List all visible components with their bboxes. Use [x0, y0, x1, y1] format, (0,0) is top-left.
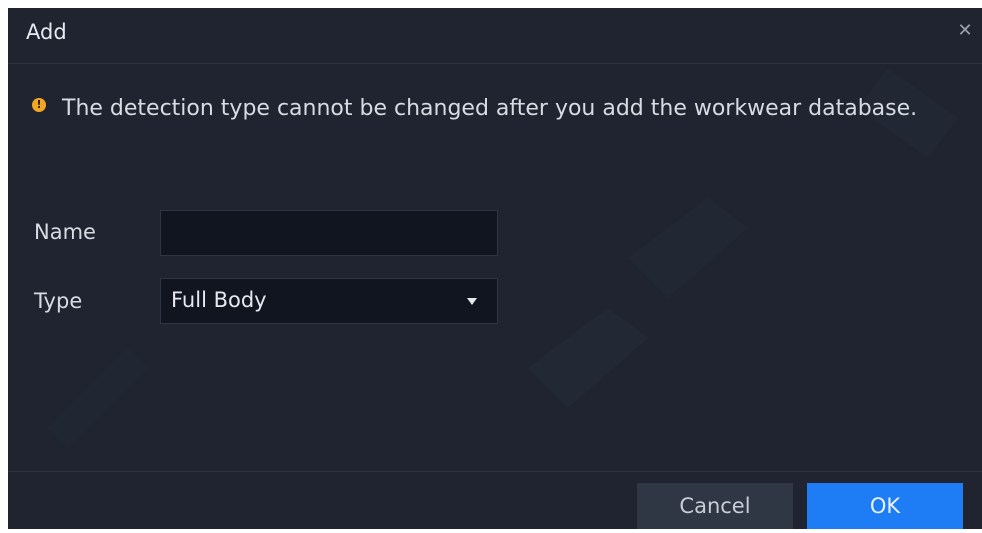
type-select[interactable]: Full Body: [160, 278, 498, 324]
caret-down-icon: [467, 298, 477, 305]
name-label: Name: [34, 220, 96, 244]
dialog-footer: Cancel OK: [8, 471, 982, 529]
ok-button[interactable]: OK: [807, 483, 963, 529]
background-decoration: [48, 68, 958, 448]
type-label: Type: [34, 289, 83, 313]
warning-icon: !: [32, 98, 46, 112]
dialog-title: Add: [26, 20, 67, 44]
type-select-value: Full Body: [171, 288, 267, 312]
name-input[interactable]: [160, 210, 498, 256]
title-bar: Add ✕: [8, 8, 982, 64]
close-icon[interactable]: ✕: [954, 20, 976, 42]
add-dialog: Add ✕ ! The detection type cannot be cha…: [8, 8, 982, 529]
notice-text: The detection type cannot be changed aft…: [62, 96, 918, 121]
cancel-button[interactable]: Cancel: [637, 483, 793, 529]
